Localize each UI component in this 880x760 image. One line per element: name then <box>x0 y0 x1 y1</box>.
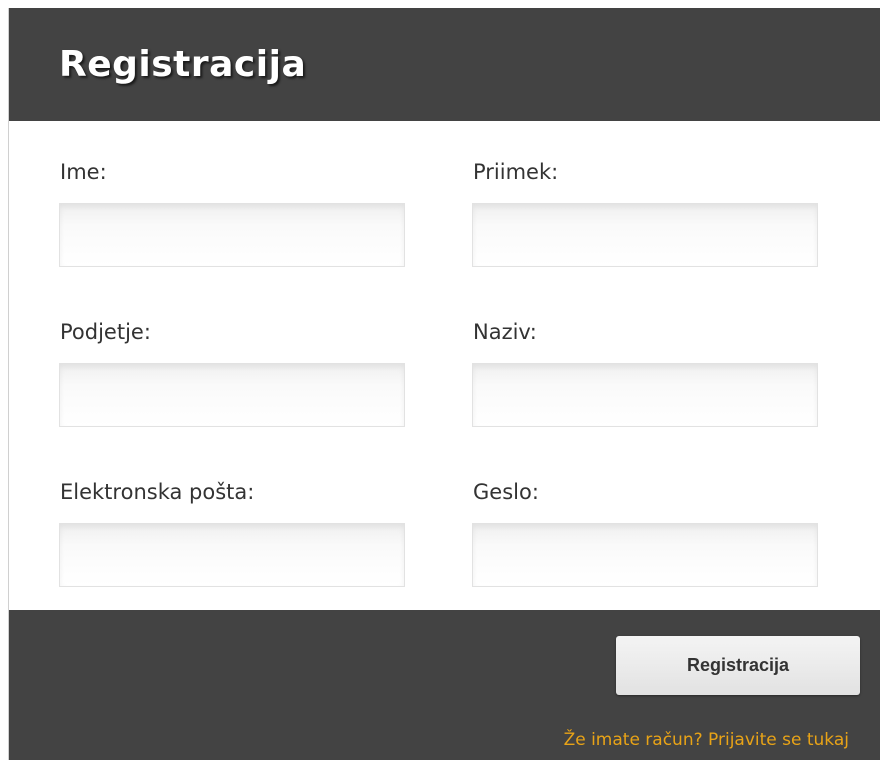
panel-header: Registracija <box>9 8 880 121</box>
login-link[interactable]: Že imate račun? Prijavite se tukaj <box>564 730 849 750</box>
company-input[interactable] <box>59 363 405 427</box>
company-field: Podjetje: <box>59 319 405 427</box>
email-input[interactable] <box>59 523 405 587</box>
first-name-field: Ime: <box>59 159 405 267</box>
first-name-label: Ime: <box>60 160 107 184</box>
email-label: Elektronska pošta: <box>60 480 255 504</box>
last-name-field: Priimek: <box>472 159 818 267</box>
password-label: Geslo: <box>473 480 539 504</box>
panel-footer: Registracija Že imate račun? Prijavite s… <box>9 610 880 760</box>
job-title-input[interactable] <box>472 363 818 427</box>
job-title-label: Naziv: <box>473 320 537 344</box>
company-label: Podjetje: <box>60 320 151 344</box>
first-name-input[interactable] <box>59 203 405 267</box>
password-field: Geslo: <box>472 479 818 587</box>
last-name-input[interactable] <box>472 203 818 267</box>
last-name-label: Priimek: <box>473 160 559 184</box>
email-field: Elektronska pošta: <box>59 479 405 587</box>
password-input[interactable] <box>472 523 818 587</box>
registration-panel: Registracija Ime: Priimek: Podjetje: Naz… <box>8 8 880 760</box>
page-title: Registracija <box>59 44 307 85</box>
registration-form: Ime: Priimek: Podjetje: Naziv: Elektrons… <box>9 121 880 610</box>
job-title-field: Naziv: <box>472 319 818 427</box>
register-button[interactable]: Registracija <box>616 636 860 695</box>
